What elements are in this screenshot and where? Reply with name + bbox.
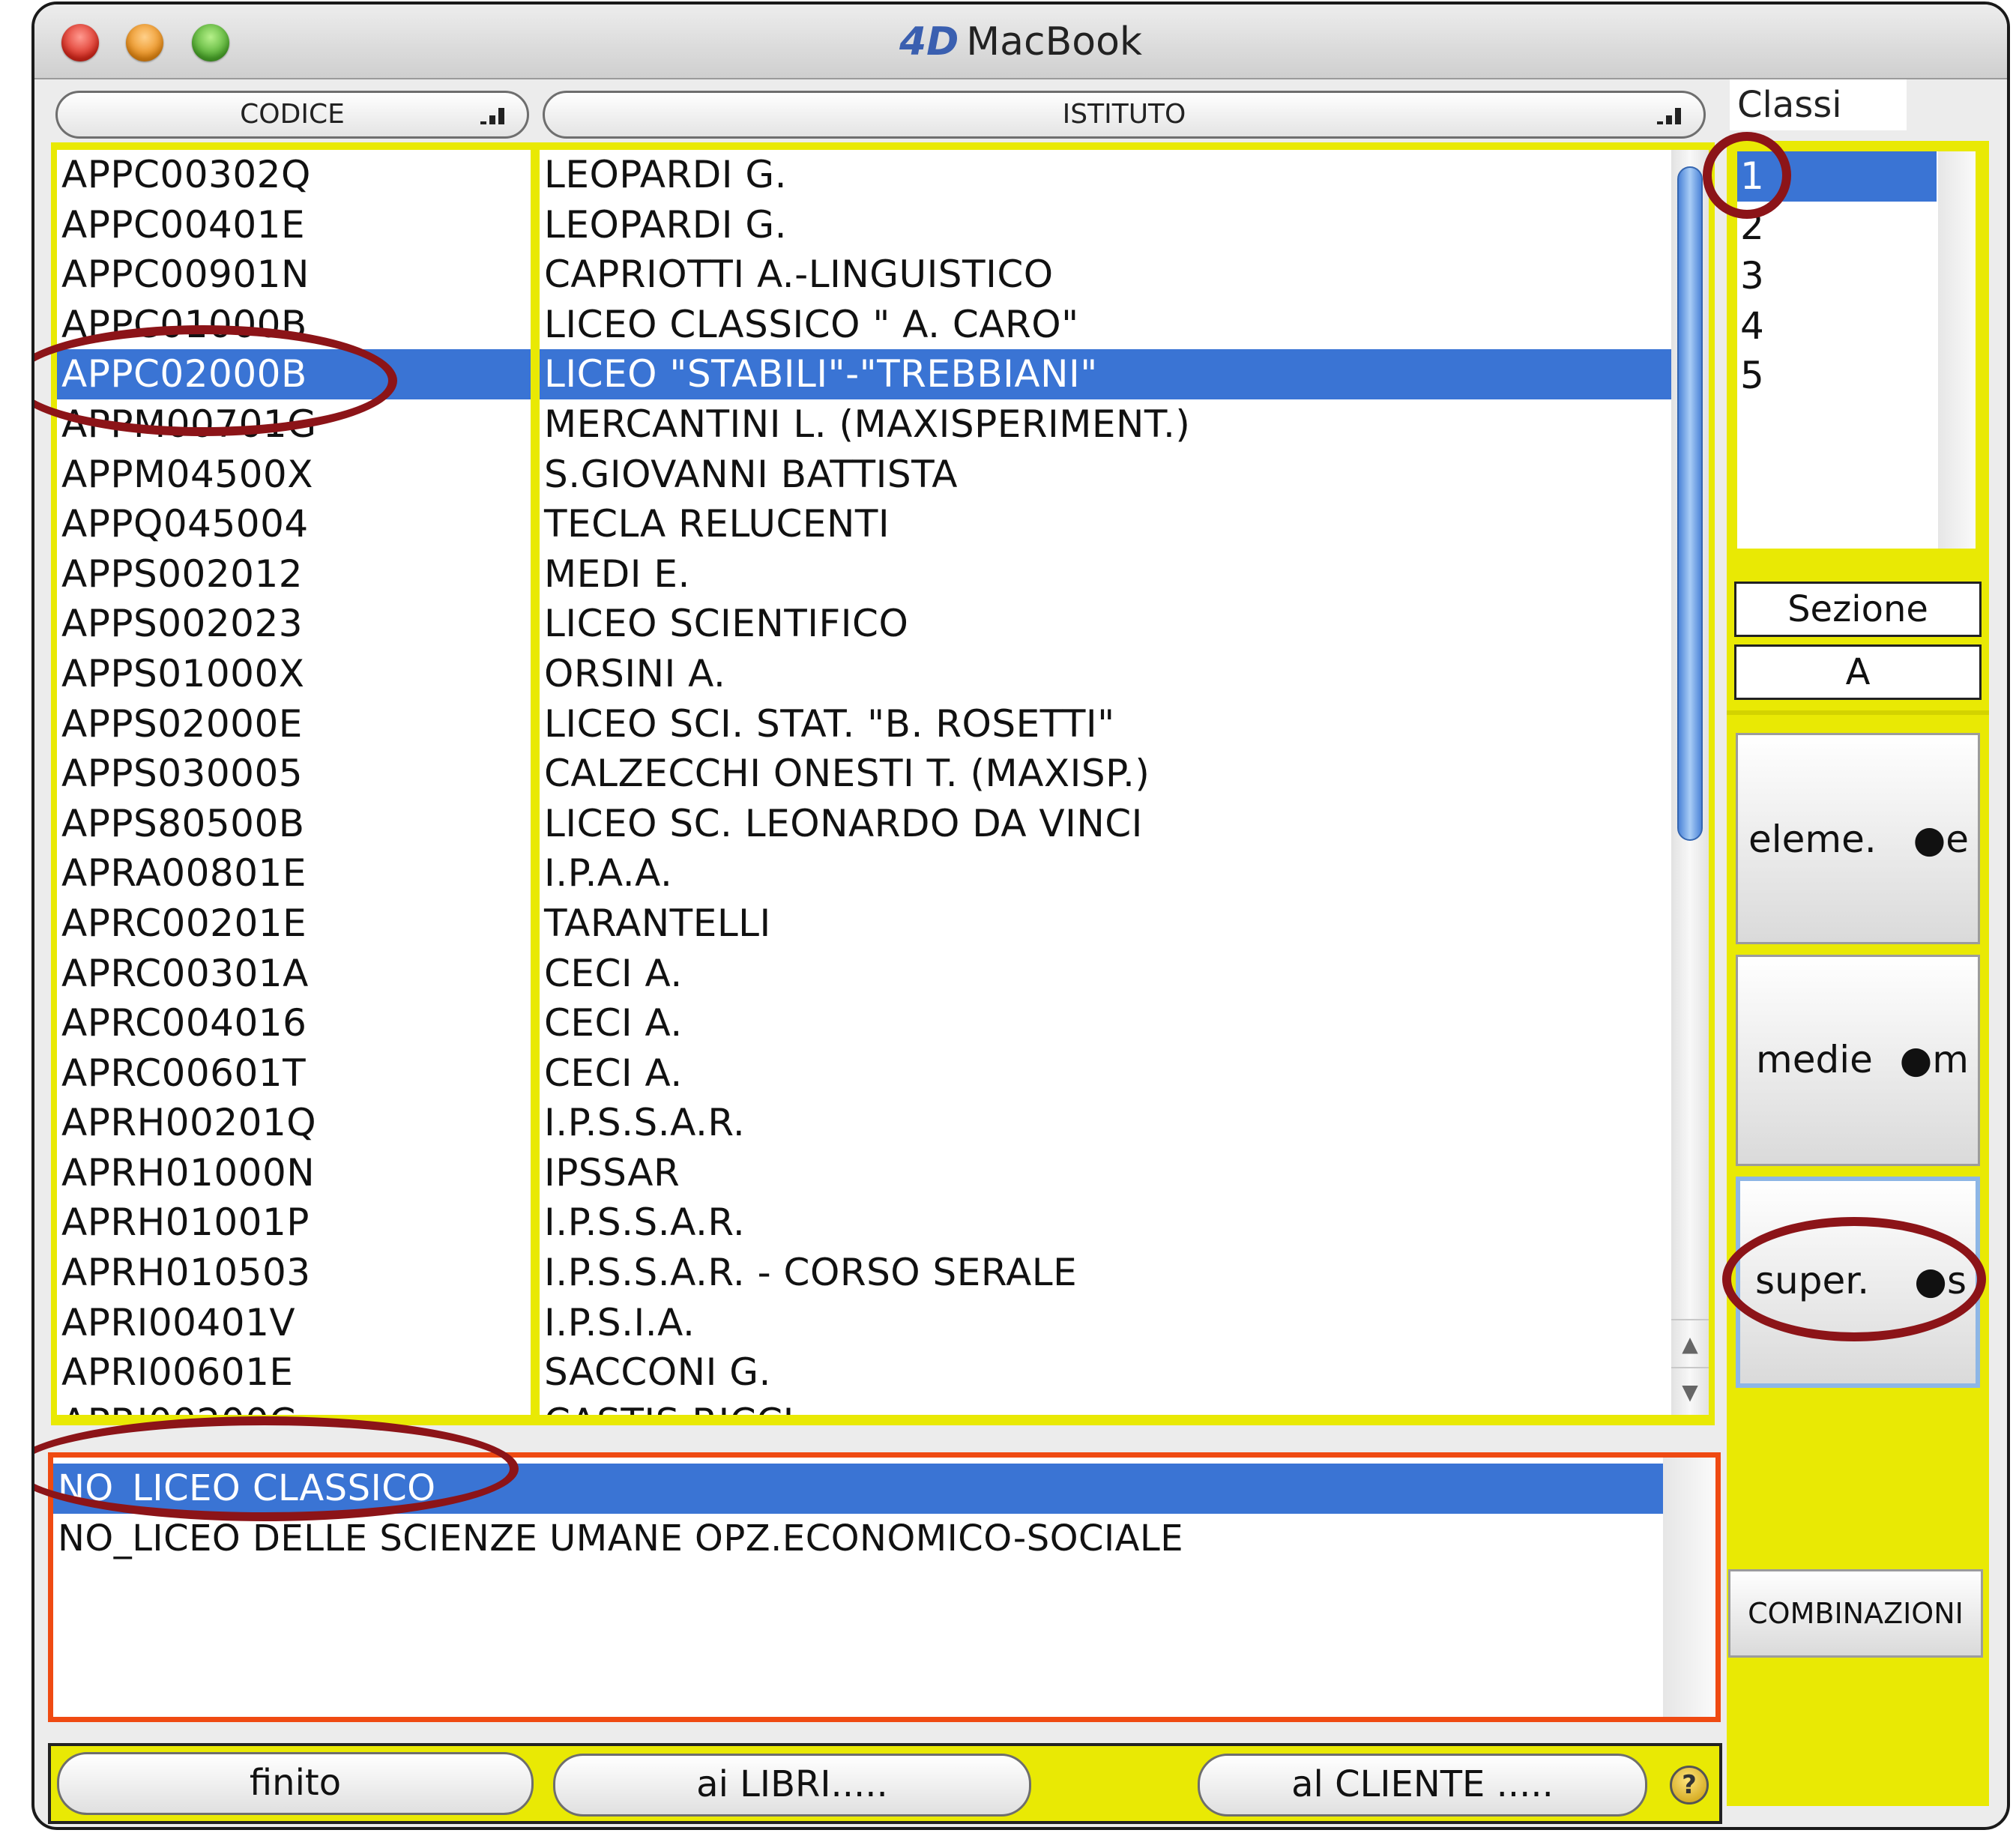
table-row-istituto[interactable]: LICEO CLASSICO " A. CARO" (540, 300, 1671, 350)
cliente-button[interactable]: al CLIENTE ..... (1198, 1754, 1647, 1817)
scrollbar-thumb[interactable] (1677, 166, 1703, 841)
table-row-istituto[interactable]: CASTIS RICCI (540, 1398, 1671, 1415)
table-row-istituto[interactable]: I.P.S.S.A.R. - CORSO SERALE (540, 1248, 1671, 1298)
table-row-istituto[interactable]: CAPRIOTTI A.-LINGUISTICO (540, 250, 1671, 300)
table-row-codice[interactable]: APPQ045004 (57, 499, 531, 549)
scroll-up-icon[interactable]: ▲ (1671, 1319, 1709, 1368)
table-row-codice[interactable]: APRC00301A (57, 949, 531, 999)
istituto-list: LEOPARDI G. LEOPARDI G. CAPRIOTTI A.-LINGU… (540, 150, 1671, 1415)
finito-button[interactable]: finito (57, 1752, 534, 1815)
indirizzi-scrollbar[interactable] (1663, 1458, 1715, 1717)
table-row-codice[interactable]: APRC00201E (57, 899, 531, 949)
table-row-codice[interactable]: APPM04500X (57, 450, 531, 500)
table-row-codice[interactable]: APPS02000E (57, 699, 531, 749)
table-row-istituto[interactable]: I.P.S.S.A.R. (540, 1198, 1671, 1248)
table-row-istituto[interactable]: CALZECCHI ONESTI T. (MAXISP.) (540, 749, 1671, 799)
classi-label: Classi (1730, 79, 1907, 130)
table-row-codice[interactable]: APRH01000N (57, 1148, 531, 1198)
table-row-codice[interactable]: APRH01001P (57, 1198, 531, 1248)
indirizzo-item[interactable]: NO_LICEO DELLE SCIENZE UMANE OPZ.ECONOMI… (53, 1514, 1663, 1564)
table-row-istituto[interactable]: IPSSAR (540, 1148, 1671, 1198)
window-title: 4D MacBook (34, 19, 2007, 64)
table-row-codice[interactable]: APPS030005 (57, 749, 531, 799)
table-row-codice[interactable]: APRC004016 (57, 998, 531, 1048)
annotation-circle (1703, 132, 1791, 219)
table-row-codice[interactable]: APPC00302Q (57, 150, 531, 200)
column-header-istituto-label: ISTITUTO (1062, 99, 1186, 130)
cmd-shortcut: ●m (1900, 1038, 1969, 1081)
help-icon[interactable]: ? (1670, 1766, 1709, 1805)
table-row-codice[interactable]: APRI00601E (57, 1347, 531, 1398)
cmd-shortcut: ●e (1913, 818, 1969, 861)
table-row-istituto[interactable]: LEOPARDI G. (540, 150, 1671, 200)
classi-item[interactable]: 3 (1737, 251, 1937, 301)
table-row-codice[interactable]: APPS002012 (57, 549, 531, 600)
app-logo: 4D (899, 19, 959, 64)
annotation-circle (34, 1416, 519, 1521)
table-row-istituto[interactable]: ORSINI A. (540, 649, 1671, 699)
table-row-istituto[interactable]: I.P.S.I.A. (540, 1298, 1671, 1348)
classi-scrollbar[interactable] (1938, 151, 1976, 549)
app-window: 4D MacBook CODICE ISTITUTO Classi APPC003… (31, 1, 2010, 1830)
istituto-column: LEOPARDI G. LEOPARDI G. CAPRIOTTI A.-LINGU… (540, 150, 1671, 1415)
table-row-istituto[interactable]: CECI A. (540, 998, 1671, 1048)
table-row-istituto[interactable]: MERCANTINI L. (MAXISPERIMENT.) (540, 399, 1671, 450)
column-header-istituto[interactable]: ISTITUTO (543, 91, 1706, 139)
divider (1727, 710, 1989, 715)
table-row-istituto[interactable]: CECI A. (540, 1048, 1671, 1099)
sort-icon (480, 103, 506, 124)
table-row-istituto[interactable]: MEDI E. (540, 549, 1671, 600)
right-panel: 12345 Sezione A eleme. ●e medie ●m super… (1727, 141, 1989, 1806)
table-row-istituto[interactable]: LICEO SCIENTIFICO (540, 599, 1671, 649)
footer-bar: finito ai LIBRI..... al CLIENTE ..... ? (48, 1743, 1722, 1824)
sezione-label: Sezione (1734, 582, 1982, 637)
elementari-button-label: eleme. (1748, 818, 1877, 861)
table-row-istituto[interactable]: SACCONI G. (540, 1347, 1671, 1398)
table-row-codice[interactable]: APPC00901N (57, 250, 531, 300)
table-row-istituto[interactable]: CECI A. (540, 949, 1671, 999)
table-row-codice[interactable]: APPC00401E (57, 200, 531, 250)
libri-button[interactable]: ai LIBRI..... (553, 1754, 1031, 1817)
table-row-istituto[interactable]: LEOPARDI G. (540, 200, 1671, 250)
annotation-circle (1722, 1217, 1986, 1341)
column-header-codice[interactable]: CODICE (55, 91, 529, 139)
title-bar: 4D MacBook (34, 4, 2007, 79)
table-row-codice[interactable]: APPS002023 (57, 599, 531, 649)
medie-button[interactable]: medie ●m (1736, 955, 1980, 1166)
table-scrollbar[interactable]: ▲ ▼ (1671, 150, 1709, 1415)
table-row-codice[interactable]: APRA00801E (57, 848, 531, 899)
table-row-codice[interactable]: APRI00401V (57, 1298, 531, 1348)
apple-icon: ● (1899, 1038, 1933, 1081)
column-header-codice-label: CODICE (240, 99, 345, 130)
combinazioni-button[interactable]: COMBINAZIONI (1728, 1569, 1983, 1658)
table-row-codice[interactable]: APRC00601T (57, 1048, 531, 1099)
table-row-istituto[interactable]: I.P.A.A. (540, 848, 1671, 899)
shortcut-key: m (1932, 1038, 1969, 1081)
table-row-istituto[interactable]: LICEO SC. LEONARDO DA VINCI (540, 799, 1671, 849)
classi-item[interactable]: 5 (1737, 351, 1937, 401)
table-row-codice[interactable]: APPS01000X (57, 649, 531, 699)
table-row-istituto[interactable]: LICEO "STABILI"-"TREBBIANI" (540, 349, 1671, 399)
table-row-istituto[interactable]: TARANTELLI (540, 899, 1671, 949)
apple-icon: ● (1913, 818, 1946, 861)
table-row-codice[interactable]: APPS80500B (57, 799, 531, 849)
classi-item[interactable]: 4 (1737, 301, 1937, 351)
window-title-text: MacBook (966, 19, 1143, 64)
elementari-button[interactable]: eleme. ●e (1736, 733, 1980, 944)
medie-button-label: medie (1756, 1038, 1873, 1081)
table-row-istituto[interactable]: S.GIOVANNI BATTISTA (540, 450, 1671, 500)
shortcut-key: e (1946, 818, 1969, 861)
table-row-codice[interactable]: APRI00200C (57, 1398, 531, 1415)
classi-list[interactable]: 12345 (1737, 151, 1976, 549)
table-row-istituto[interactable]: I.P.S.S.A.R. (540, 1098, 1671, 1148)
scroll-down-icon[interactable]: ▼ (1671, 1367, 1709, 1416)
table-row-codice[interactable]: APRH010503 (57, 1248, 531, 1298)
table-row-istituto[interactable]: TECLA RELUCENTI (540, 499, 1671, 549)
sezione-input[interactable]: A (1734, 644, 1982, 700)
table-row-codice[interactable]: APRH00201Q (57, 1098, 531, 1148)
sort-icon (1657, 103, 1682, 124)
table-row-istituto[interactable]: LICEO SCI. STAT. "B. ROSETTI" (540, 699, 1671, 749)
